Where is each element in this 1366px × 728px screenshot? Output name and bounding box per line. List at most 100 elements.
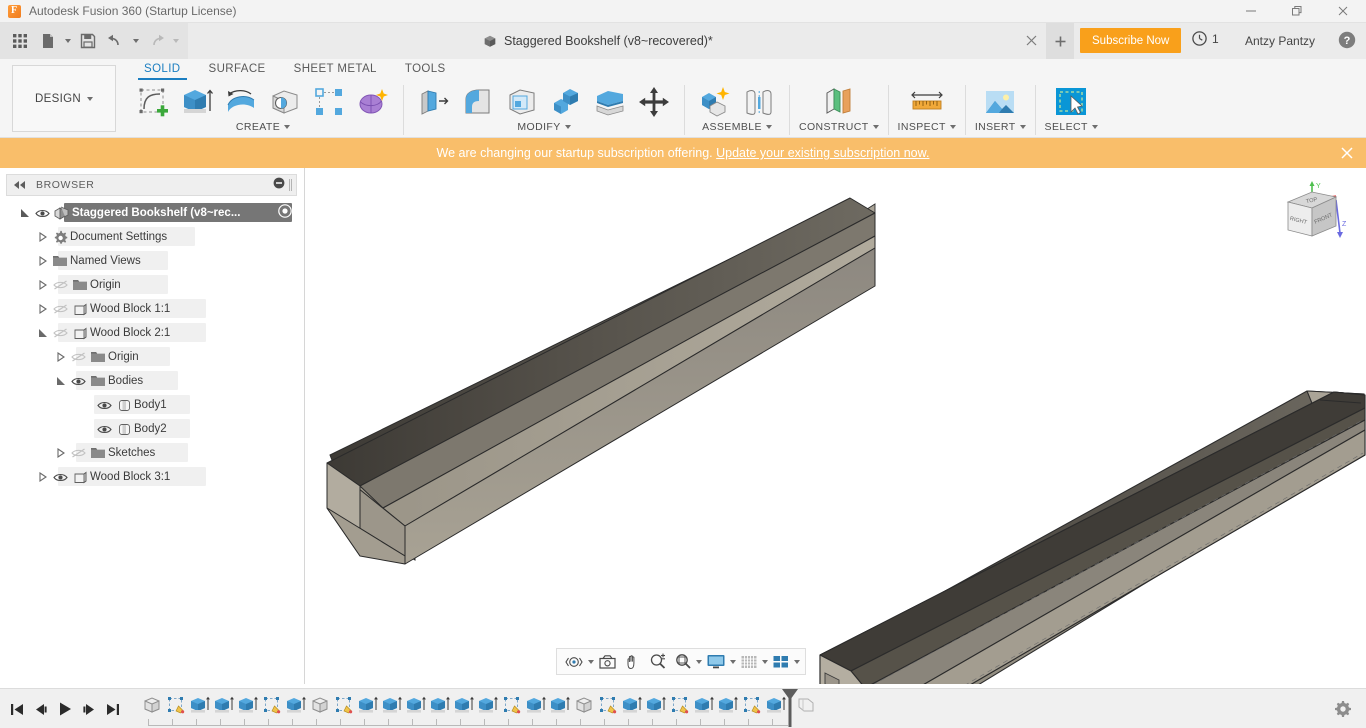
- visibility-eye-icon[interactable]: [94, 417, 114, 441]
- chevron-down-icon[interactable]: [284, 125, 291, 129]
- twisty-expanded-icon[interactable]: [54, 369, 68, 393]
- redo-caret-icon[interactable]: [170, 27, 182, 55]
- extrude-feature-icon[interactable]: [524, 692, 548, 718]
- chevron-down-icon[interactable]: [1019, 125, 1026, 129]
- new-document-icon[interactable]: [34, 27, 62, 55]
- fillet-icon[interactable]: [457, 81, 499, 123]
- measure-icon[interactable]: [906, 81, 948, 123]
- tree-node-root[interactable]: Staggered Bookshelf (v8~rec...: [0, 201, 305, 225]
- twisty-expanded-icon[interactable]: [18, 201, 32, 225]
- visibility-hidden-icon[interactable]: [50, 273, 70, 297]
- grid-caret-icon[interactable]: [762, 659, 768, 664]
- look-at-icon[interactable]: [595, 651, 620, 673]
- viewport-canvas[interactable]: Y X Z TOP RIGHT FRONT: [305, 168, 1366, 684]
- zoom-icon[interactable]: [646, 651, 670, 673]
- tree-node-wood-block-3[interactable]: Wood Block 3:1: [0, 465, 305, 489]
- viewports-caret-icon[interactable]: [794, 659, 800, 664]
- save-icon[interactable]: [74, 27, 102, 55]
- minus-circle-icon[interactable]: [273, 176, 285, 194]
- tree-node-document-settings[interactable]: Document Settings: [0, 225, 305, 249]
- extrude-feature-icon[interactable]: [188, 692, 212, 718]
- play-icon[interactable]: [54, 694, 76, 724]
- double-chevron-left-icon[interactable]: [13, 180, 27, 190]
- skip-end-icon[interactable]: [102, 694, 124, 724]
- select-window-icon[interactable]: [1050, 81, 1092, 123]
- sweep-icon[interactable]: [264, 81, 306, 123]
- extrude-feature-icon[interactable]: [428, 692, 452, 718]
- shell-icon[interactable]: [501, 81, 543, 123]
- viewports-icon[interactable]: [769, 651, 793, 673]
- close-tab-icon[interactable]: [1022, 31, 1040, 49]
- fit-icon[interactable]: [671, 651, 695, 673]
- banner-link[interactable]: Update your existing subscription now.: [716, 146, 929, 160]
- twisty-collapsed-icon[interactable]: [36, 273, 50, 297]
- sketch-feature-icon[interactable]: [500, 692, 524, 718]
- create-sketch-icon[interactable]: [132, 81, 174, 123]
- twisty-collapsed-icon[interactable]: [54, 345, 68, 369]
- component-feature-icon[interactable]: [572, 692, 596, 718]
- sketch-feature-icon[interactable]: [740, 692, 764, 718]
- new-component-icon[interactable]: [694, 81, 736, 123]
- activate-component-radio[interactable]: [278, 203, 292, 223]
- extrude-feature-icon[interactable]: [620, 692, 644, 718]
- redo-icon[interactable]: [142, 27, 170, 55]
- chevron-down-icon[interactable]: [949, 125, 956, 129]
- tab-sheet-metal[interactable]: SHEET METAL: [280, 59, 391, 80]
- fit-caret-icon[interactable]: [696, 659, 702, 664]
- banner-close-icon[interactable]: [1340, 146, 1354, 160]
- tab-surface[interactable]: SURFACE: [195, 59, 280, 80]
- press-pull-icon[interactable]: [413, 81, 455, 123]
- document-tab[interactable]: Staggered Bookshelf (v8~recovered)*: [473, 23, 723, 59]
- orbit-icon[interactable]: [562, 651, 587, 673]
- undo-caret-icon[interactable]: [130, 27, 142, 55]
- restore-icon[interactable]: [1274, 0, 1320, 23]
- new-document-caret-icon[interactable]: [62, 27, 74, 55]
- component-feature-icon[interactable]: [308, 692, 332, 718]
- twisty-collapsed-icon[interactable]: [54, 441, 68, 465]
- display-caret-icon[interactable]: [730, 659, 736, 664]
- offset-plane-icon[interactable]: [818, 81, 860, 123]
- orbit-caret-icon[interactable]: [588, 659, 594, 664]
- undo-icon[interactable]: [102, 27, 130, 55]
- new-tab-icon[interactable]: [1046, 23, 1074, 59]
- extrude-feature-icon[interactable]: [380, 692, 404, 718]
- visibility-hidden-icon[interactable]: [68, 441, 88, 465]
- tree-node-body2[interactable]: Body2: [0, 417, 305, 441]
- user-name[interactable]: Antzy Pantzy: [1245, 34, 1315, 48]
- twisty-collapsed-icon[interactable]: [36, 225, 50, 249]
- twisty-expanded-icon[interactable]: [36, 321, 50, 345]
- extrude-feature-icon[interactable]: [692, 692, 716, 718]
- twisty-collapsed-icon[interactable]: [36, 465, 50, 489]
- sketch-feature-icon[interactable]: [668, 692, 692, 718]
- extrude-feature-icon[interactable]: [212, 692, 236, 718]
- close-icon[interactable]: [1320, 0, 1366, 23]
- subscribe-now-button[interactable]: Subscribe Now: [1080, 28, 1182, 53]
- twisty-collapsed-icon[interactable]: [36, 249, 50, 273]
- extrude-feature-icon[interactable]: [716, 692, 740, 718]
- tree-node-body1[interactable]: Body1: [0, 393, 305, 417]
- app-grid-icon[interactable]: [6, 27, 34, 55]
- sketch-feature-icon[interactable]: [164, 692, 188, 718]
- notifications-badge[interactable]: 1: [1192, 31, 1219, 46]
- extrude-feature-icon[interactable]: [476, 692, 500, 718]
- model-3d[interactable]: [305, 168, 1366, 684]
- step-forward-icon[interactable]: [78, 694, 100, 724]
- extrude-feature-icon[interactable]: [284, 692, 308, 718]
- visibility-eye-icon[interactable]: [94, 393, 114, 417]
- chevron-down-icon[interactable]: [1091, 125, 1098, 129]
- form-icon[interactable]: [352, 81, 394, 123]
- visibility-hidden-icon[interactable]: [50, 321, 70, 345]
- tree-node-sketches[interactable]: Sketches: [0, 441, 305, 465]
- tree-node-named-views[interactable]: Named Views: [0, 249, 305, 273]
- extrude-feature-icon[interactable]: [452, 692, 476, 718]
- sketch-feature-icon[interactable]: [260, 692, 284, 718]
- timeline-marker-icon[interactable]: [781, 689, 799, 727]
- tree-node-bodies[interactable]: Bodies: [0, 369, 305, 393]
- joint-icon[interactable]: [738, 81, 780, 123]
- extrude-feature-icon[interactable]: [404, 692, 428, 718]
- tab-solid[interactable]: SOLID: [130, 59, 195, 80]
- skip-start-icon[interactable]: [6, 694, 28, 724]
- display-settings-icon[interactable]: [703, 651, 729, 673]
- grip-icon[interactable]: [289, 179, 292, 191]
- extrude-feature-icon[interactable]: [236, 692, 260, 718]
